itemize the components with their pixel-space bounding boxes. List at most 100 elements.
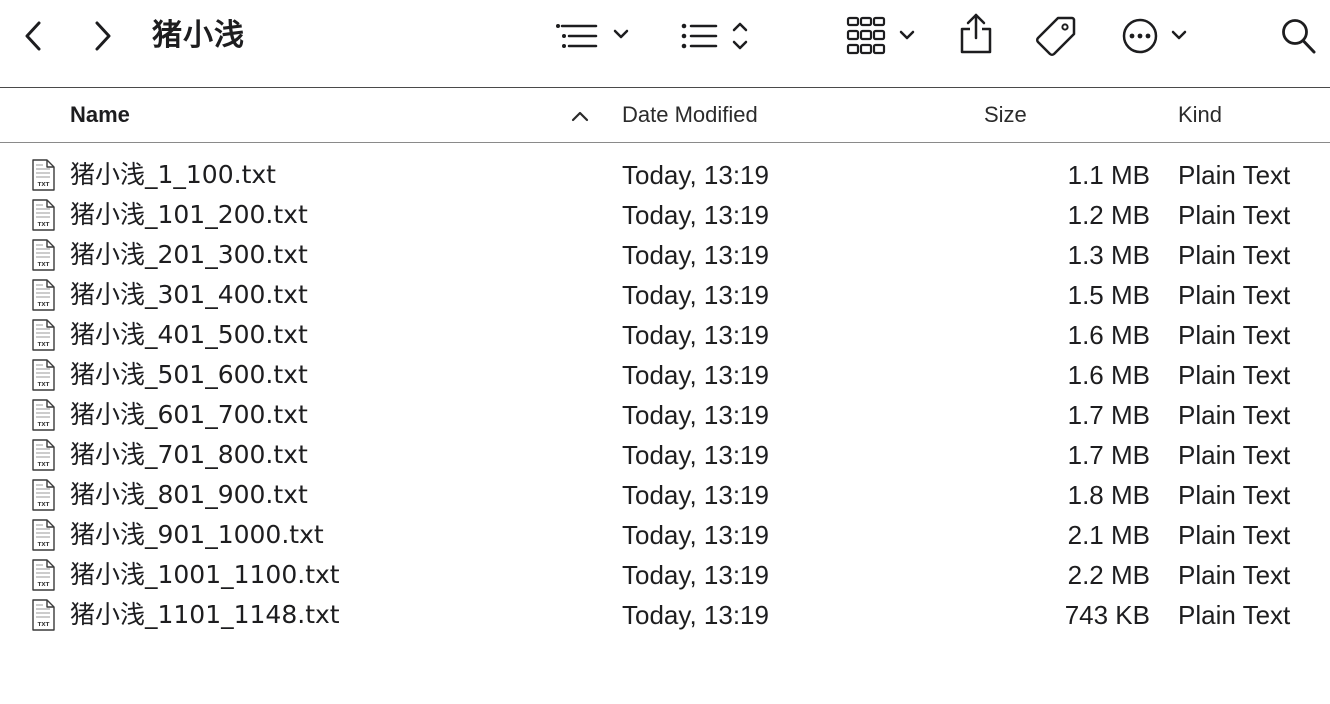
file-row[interactable]: TXT 猪小浅_301_400.txt Today, 13:19 1.5 MB Plai… [0,275,1330,315]
file-size: 2.1 MB [1067,520,1150,550]
tag-icon [1036,16,1076,56]
svg-text:TXT: TXT [38,262,50,268]
text-file-icon: TXT [30,279,56,311]
svg-text:TXT: TXT [38,342,50,348]
file-kind: Plain Text [1178,400,1291,430]
share-icon [960,13,992,54]
file-size: 743 KB [1064,600,1150,630]
search-button[interactable] [1280,16,1318,56]
svg-text:TXT: TXT [38,502,50,508]
file-row[interactable]: TXT 猪小浅_401_500.txt Today, 13:19 1.6 MB Plai… [0,315,1330,355]
svg-text:TXT: TXT [38,542,50,548]
file-row[interactable]: TXT 猪小浅_1001_1100.txt Today, 13:19 2.2 MB Pl… [0,555,1330,595]
file-kind: Plain Text [1178,560,1291,590]
file-size: 2.2 MB [1067,560,1150,590]
tag-button[interactable] [1034,14,1078,58]
file-kind: Plain Text [1178,440,1291,470]
column-header-kind[interactable]: Kind [1178,101,1222,129]
file-size: 1.6 MB [1067,360,1150,390]
svg-text:TXT: TXT [38,622,50,628]
file-kind: Plain Text [1178,480,1291,510]
file-kind: Plain Text [1178,280,1291,310]
text-file-icon: TXT [30,439,56,471]
file-name: 猪小浅_1_100.txt [70,160,276,189]
file-row[interactable]: TXT 猪小浅_1101_1148.txt Today, 13:19 743 KB Pl… [0,595,1330,635]
list-group-icon [556,24,629,48]
file-date-modified: Today, 13:19 [622,560,769,590]
file-kind: Plain Text [1178,200,1291,230]
svg-text:TXT: TXT [38,582,50,588]
svg-text:TXT: TXT [38,382,50,388]
text-file-icon: TXT [30,559,56,591]
file-row[interactable]: TXT 猪小浅_701_800.txt Today, 13:19 1.7 MB Plai… [0,435,1330,475]
file-row[interactable]: TXT 猪小浅_801_900.txt Today, 13:19 1.8 MB Plai… [0,475,1330,515]
file-date-modified: Today, 13:19 [622,160,769,190]
file-kind: Plain Text [1178,360,1291,390]
file-date-modified: Today, 13:19 [622,200,769,230]
grid-view-icon [846,16,915,55]
text-file-icon: TXT [30,519,56,551]
file-date-modified: Today, 13:19 [622,480,769,510]
file-row[interactable]: TXT 猪小浅_601_700.txt Today, 13:19 1.7 MB Plai… [0,395,1330,435]
text-file-icon: TXT [30,479,56,511]
svg-text:TXT: TXT [38,182,50,188]
file-kind: Plain Text [1178,600,1291,630]
file-date-modified: Today, 13:19 [622,600,769,630]
file-name: 猪小浅_601_700.txt [70,400,308,429]
file-size: 1.3 MB [1067,240,1150,270]
file-date-modified: Today, 13:19 [622,520,769,550]
file-kind: Plain Text [1178,160,1291,190]
window-title: 猪小浅 [152,18,245,53]
file-date-modified: Today, 13:19 [622,360,769,390]
column-header-date-modified[interactable]: Date Modified [622,101,758,129]
more-actions-button[interactable] [1120,16,1192,56]
column-header-size[interactable]: Size [984,101,1027,129]
column-header: Name Date Modified Size Kind [0,88,1330,143]
file-name: 猪小浅_501_600.txt [70,360,308,389]
svg-text:TXT: TXT [38,302,50,308]
text-file-icon: TXT [30,239,56,271]
text-file-icon: TXT [30,159,56,191]
file-date-modified: Today, 13:19 [622,240,769,270]
file-name: 猪小浅_701_800.txt [70,440,308,469]
file-row[interactable]: TXT 猪小浅_501_600.txt Today, 13:19 1.6 MB Plai… [0,355,1330,395]
toolbar: 猪小浅 [0,0,1330,88]
ellipsis-circle-icon [1122,18,1187,54]
file-name: 猪小浅_801_900.txt [70,480,308,509]
file-name: 猪小浅_1101_1148.txt [70,600,340,629]
back-button[interactable] [18,18,48,54]
file-name: 猪小浅_101_200.txt [70,200,308,229]
text-file-icon: TXT [30,399,56,431]
chevron-left-icon [25,21,41,51]
text-file-icon: TXT [30,599,56,631]
file-size: 1.7 MB [1067,440,1150,470]
file-row[interactable]: TXT 猪小浅_101_200.txt Today, 13:19 1.2 MB Plai… [0,195,1330,235]
file-kind: Plain Text [1178,320,1291,350]
column-header-name[interactable]: Name [70,101,130,129]
group-button[interactable] [554,18,634,54]
file-row[interactable]: TXT 猪小浅_201_300.txt Today, 13:19 1.3 MB Plai… [0,235,1330,275]
svg-text:TXT: TXT [38,422,50,428]
file-name: 猪小浅_1001_1100.txt [70,560,340,589]
text-file-icon: TXT [30,359,56,391]
file-size: 1.8 MB [1067,480,1150,510]
file-name: 猪小浅_401_500.txt [70,320,308,349]
file-date-modified: Today, 13:19 [622,280,769,310]
view-options-button[interactable] [846,16,920,56]
file-row[interactable]: TXT 猪小浅_901_1000.txt Today, 13:19 2.1 MB Pla… [0,515,1330,555]
sort-ascending-icon[interactable] [570,108,590,124]
file-kind: Plain Text [1178,520,1291,550]
file-size: 1.1 MB [1067,160,1150,190]
file-name: 猪小浅_301_400.txt [70,280,308,309]
forward-button[interactable] [88,18,118,54]
file-date-modified: Today, 13:19 [622,440,769,470]
list-sort-icon [681,22,748,50]
file-row[interactable]: TXT 猪小浅_1_100.txt Today, 13:19 1.1 MB Plain … [0,155,1330,195]
text-file-icon: TXT [30,319,56,351]
file-list: TXT 猪小浅_1_100.txt Today, 13:19 1.1 MB Plain … [0,155,1330,635]
share-button[interactable] [956,12,996,56]
chevron-right-icon [95,21,111,51]
file-kind: Plain Text [1178,240,1291,270]
file-date-modified: Today, 13:19 [622,320,769,350]
sort-button[interactable] [680,16,754,56]
